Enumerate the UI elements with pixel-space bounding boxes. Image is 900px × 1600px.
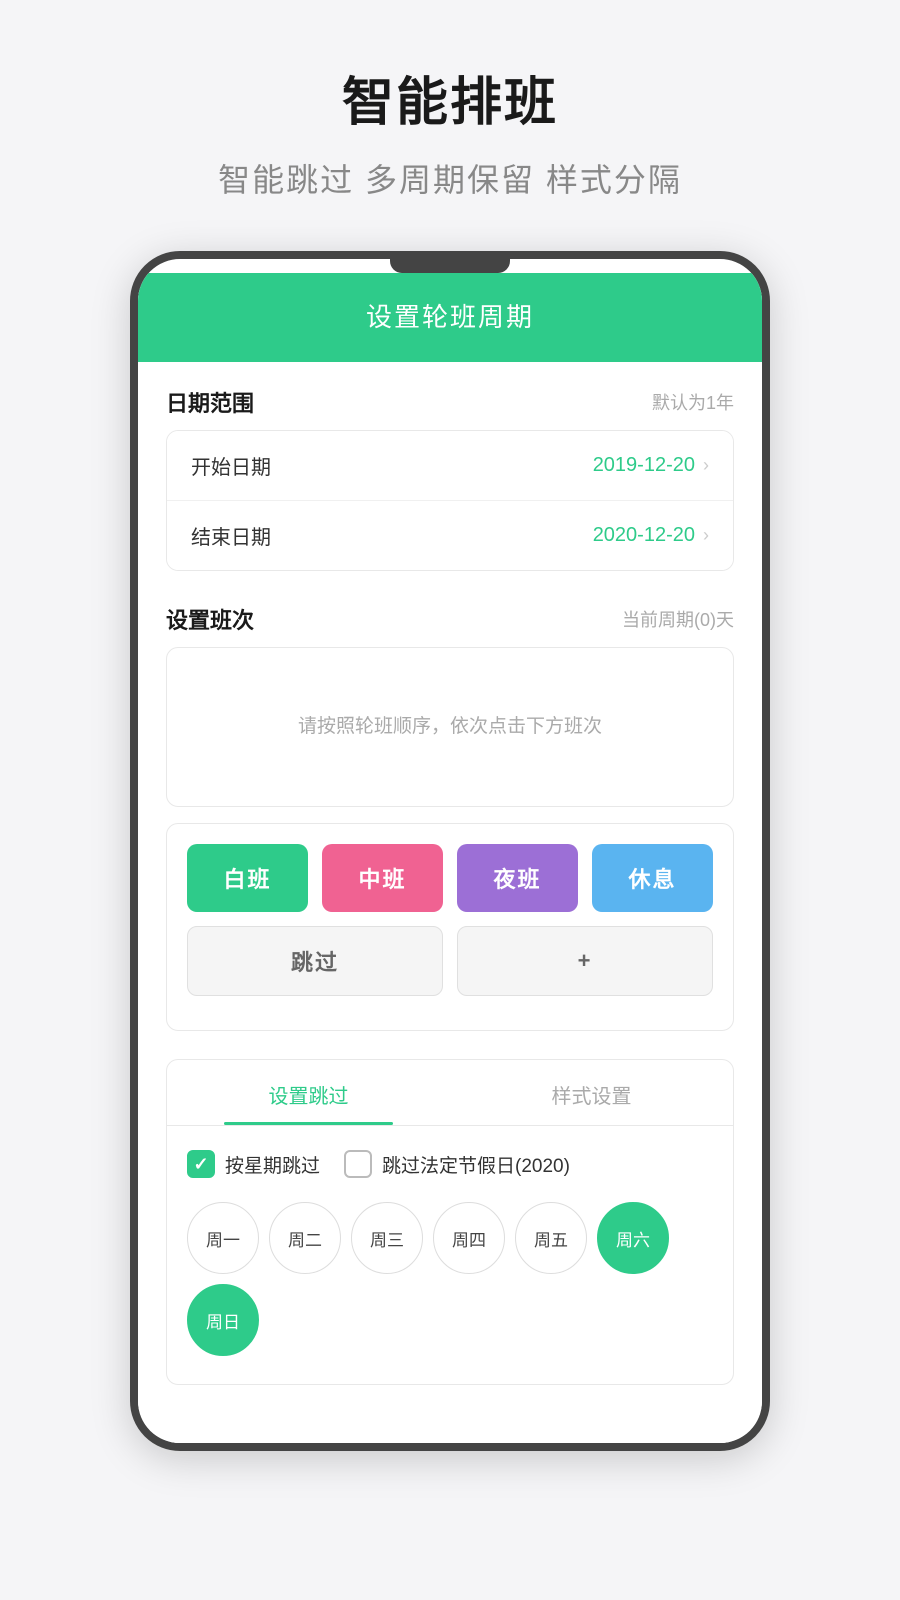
phone-content: 设置轮班周期 日期范围 默认为1年 开始日期 2019-12-20 › 结束日期 <box>138 273 762 1443</box>
shift-btn-night[interactable]: 夜班 <box>457 844 578 912</box>
shift-row-1: 白班 中班 夜班 休息 <box>187 844 713 912</box>
shift-section-label: 设置班次 <box>166 603 254 635</box>
checkbox-holiday-skip-box <box>344 1150 372 1178</box>
shift-btn-mid[interactable]: 中班 <box>322 844 443 912</box>
end-date-label: 结束日期 <box>191 521 271 550</box>
shift-empty-card: 请按照轮班顺序，依次点击下方班次 <box>166 647 734 807</box>
shift-row-2: 跳过 + <box>187 926 713 996</box>
checkbox-weekday-skip-label: 按星期跳过 <box>225 1151 320 1178</box>
start-date-row[interactable]: 开始日期 2019-12-20 › <box>167 431 733 500</box>
checkbox-row: ✓ 按星期跳过 跳过法定节假日(2020) <box>187 1150 713 1178</box>
day-btn-sun[interactable]: 周日 <box>187 1284 259 1356</box>
tab-content: ✓ 按星期跳过 跳过法定节假日(2020) 周一 周二 周三 周四 <box>167 1126 733 1384</box>
header-title: 设置轮班周期 <box>366 302 534 332</box>
day-btn-tue[interactable]: 周二 <box>269 1202 341 1274</box>
end-date-value-wrap: 2020-12-20 › <box>593 524 709 547</box>
checkbox-holiday-skip-label: 跳过法定节假日(2020) <box>382 1151 570 1178</box>
date-range-section: 日期范围 默认为1年 开始日期 2019-12-20 › 结束日期 2020-1… <box>138 362 762 603</box>
date-section-label: 日期范围 <box>166 386 254 418</box>
day-btn-sat[interactable]: 周六 <box>597 1202 669 1274</box>
start-date-value-wrap: 2019-12-20 › <box>593 454 709 477</box>
phone-side-button <box>766 439 770 499</box>
end-date-chevron-icon: › <box>703 525 709 546</box>
end-date-value: 2020-12-20 <box>593 524 695 547</box>
tab-header: 设置跳过 样式设置 <box>167 1060 733 1126</box>
start-date-chevron-icon: › <box>703 455 709 476</box>
phone-bottom <box>138 1413 762 1443</box>
date-section-hint: 默认为1年 <box>652 389 734 415</box>
checkbox-weekday-skip[interactable]: ✓ 按星期跳过 <box>187 1150 320 1178</box>
tab-section: 设置跳过 样式设置 ✓ 按星期跳过 跳过法定节假日(2020) <box>166 1059 734 1385</box>
checkbox-holiday-skip[interactable]: 跳过法定节假日(2020) <box>344 1150 570 1178</box>
shift-section: 设置班次 当前周期(0)天 请按照轮班顺序，依次点击下方班次 白班 中班 夜班 … <box>138 603 762 1059</box>
app-header: 设置轮班周期 <box>138 273 762 362</box>
shift-btn-rest[interactable]: 休息 <box>592 844 713 912</box>
checkmark-icon: ✓ <box>193 1154 208 1175</box>
tab-style-settings[interactable]: 样式设置 <box>450 1060 733 1125</box>
shift-empty-text: 请按照轮班顺序，依次点击下方班次 <box>298 712 602 742</box>
shift-buttons-card: 白班 中班 夜班 休息 跳过 + <box>166 823 734 1031</box>
tab-skip-settings[interactable]: 设置跳过 <box>167 1060 450 1125</box>
day-row: 周一 周二 周三 周四 周五 周六 周日 <box>187 1202 713 1356</box>
day-btn-mon[interactable]: 周一 <box>187 1202 259 1274</box>
start-date-label: 开始日期 <box>191 451 271 480</box>
page-subtitle: 智能跳过 多周期保留 样式分隔 <box>218 155 682 201</box>
shift-btn-skip[interactable]: 跳过 <box>187 926 443 996</box>
day-btn-wed[interactable]: 周三 <box>351 1202 423 1274</box>
shift-section-hint: 当前周期(0)天 <box>622 606 734 632</box>
shift-btn-add[interactable]: + <box>457 926 713 996</box>
day-btn-thu[interactable]: 周四 <box>433 1202 505 1274</box>
shift-section-header: 设置班次 当前周期(0)天 <box>166 603 734 635</box>
day-btn-fri[interactable]: 周五 <box>515 1202 587 1274</box>
date-card: 开始日期 2019-12-20 › 结束日期 2020-12-20 › <box>166 430 734 571</box>
shift-btn-white[interactable]: 白班 <box>187 844 308 912</box>
end-date-row[interactable]: 结束日期 2020-12-20 › <box>167 500 733 570</box>
start-date-value: 2019-12-20 <box>593 454 695 477</box>
date-section-header: 日期范围 默认为1年 <box>166 386 734 418</box>
page-title: 智能排班 <box>342 60 558 135</box>
phone-frame: 设置轮班周期 日期范围 默认为1年 开始日期 2019-12-20 › 结束日期 <box>130 251 770 1451</box>
checkbox-weekday-skip-box: ✓ <box>187 1150 215 1178</box>
